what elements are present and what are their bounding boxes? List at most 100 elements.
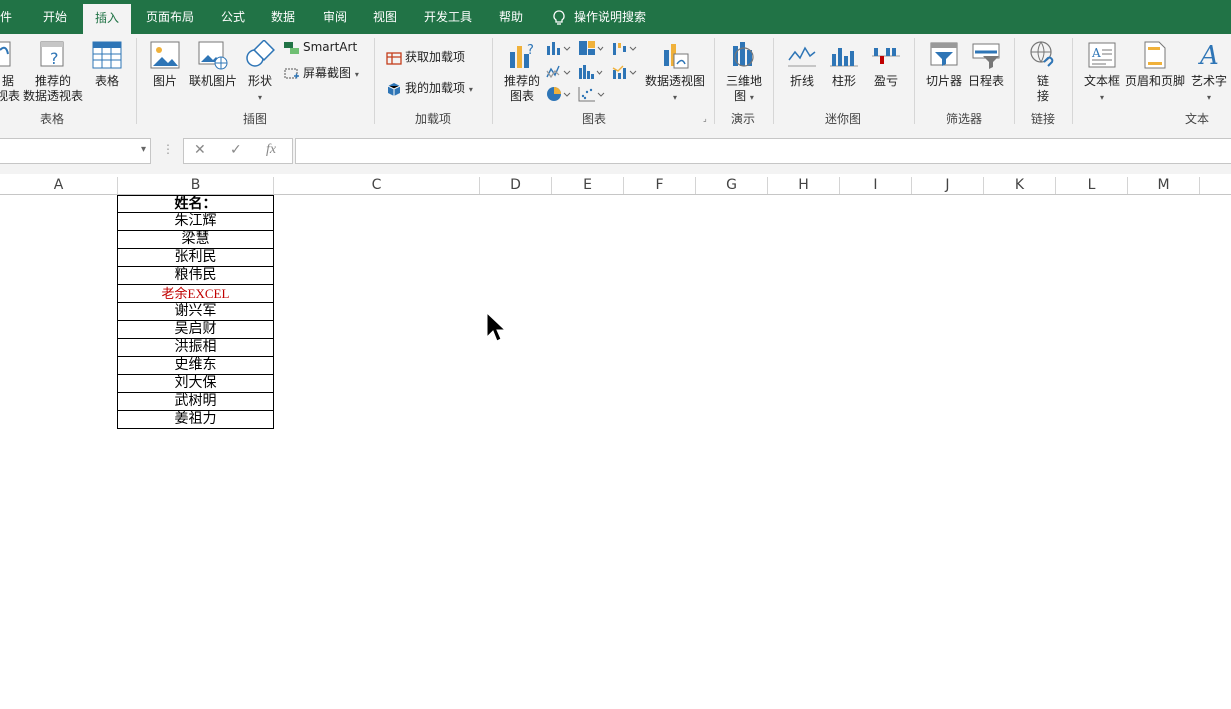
- column-chart-icon: [547, 42, 571, 55]
- column-header-j[interactable]: J: [912, 177, 984, 194]
- column-b-cells: 姓名： 朱江辉 梁慧 张利民 粮伟民 老余EXCEL 谢兴军 吴启财 洪振相 史…: [117, 195, 274, 429]
- tab-view[interactable]: 视图: [373, 0, 397, 34]
- textbox-button[interactable]: A 文本框 ▾: [1082, 40, 1122, 105]
- recommended-pivottable-icon: ?: [40, 41, 64, 68]
- charts-dialog-launcher-icon[interactable]: ⌟: [703, 114, 707, 123]
- chevron-down-icon: ▾: [354, 70, 359, 79]
- column-header-e[interactable]: E: [552, 177, 624, 194]
- statistic-chart-button[interactable]: [578, 64, 604, 83]
- group-separator: [1072, 38, 1073, 124]
- sparkline-line-button[interactable]: 折线: [784, 40, 820, 89]
- column-header-a[interactable]: A: [0, 177, 118, 194]
- column-header-h[interactable]: H: [768, 177, 840, 194]
- column-header-l[interactable]: L: [1056, 177, 1128, 194]
- cell-b11[interactable]: 刘大保: [117, 375, 274, 393]
- addin-icon: [387, 82, 401, 96]
- group-label-illustrations: 插图: [243, 112, 268, 126]
- tab-review[interactable]: 审阅: [323, 0, 347, 34]
- tab-page-layout[interactable]: 页面布局: [146, 0, 194, 34]
- line-chart-button[interactable]: [546, 64, 572, 83]
- column-header-n[interactable]: [1200, 177, 1231, 194]
- column-header-d[interactable]: D: [480, 177, 552, 194]
- tab-developer[interactable]: 开发工具: [424, 0, 472, 34]
- recommended-pivottable-button[interactable]: ? 推荐的 数据透视表: [22, 40, 84, 104]
- cell-b13[interactable]: 姜祖力: [117, 411, 274, 429]
- tab-data[interactable]: 数据: [271, 0, 295, 34]
- pivotchart-button[interactable]: 数据透视图 ▾: [642, 40, 708, 105]
- group-label-sparklines: 迷你图: [825, 112, 862, 126]
- table-button[interactable]: 表格: [90, 40, 124, 89]
- 3d-map-button[interactable]: 三维地 图 ▾: [722, 40, 766, 105]
- worksheet-grid[interactable]: 姓名： 朱江辉 梁慧 张利民 粮伟民 老余EXCEL 谢兴军 吴启财 洪振相 史…: [0, 195, 1231, 709]
- screenshot-icon: [284, 68, 299, 78]
- group-separator: [1014, 38, 1015, 124]
- scatter-chart-button[interactable]: [578, 86, 606, 105]
- cell-b8[interactable]: 吴启财: [117, 321, 274, 339]
- group-separator: [714, 38, 715, 124]
- waterfall-chart-button[interactable]: [612, 40, 638, 59]
- header-footer-button[interactable]: 页眉和页脚: [1124, 40, 1186, 89]
- chevron-down-icon: ▾: [1206, 93, 1211, 102]
- cell-b1[interactable]: 姓名：: [117, 195, 274, 213]
- cell-b7[interactable]: 谢兴军: [117, 303, 274, 321]
- my-addins-button[interactable]: 我的加载项 ▾: [386, 79, 473, 97]
- recommended-charts-button[interactable]: ? 推荐的 图表: [502, 40, 542, 104]
- cell-b10[interactable]: 史维东: [117, 357, 274, 375]
- shapes-icon: [246, 40, 275, 67]
- cell-b6[interactable]: 老余EXCEL: [117, 285, 274, 303]
- column-header-m[interactable]: M: [1128, 177, 1200, 194]
- textbox-icon: A: [1088, 42, 1116, 68]
- tell-me-search[interactable]: 操作说明搜索: [552, 0, 646, 34]
- cell-b3[interactable]: 梁慧: [117, 231, 274, 249]
- column-header-i[interactable]: I: [840, 177, 912, 194]
- online-pictures-button[interactable]: 联机图片: [187, 40, 239, 89]
- hierarchy-chart-button[interactable]: [578, 40, 604, 59]
- slicer-button[interactable]: 切片器: [924, 40, 964, 89]
- recommended-charts-icon: ?: [510, 43, 534, 68]
- sparkline-winloss-button[interactable]: 盈亏: [868, 40, 904, 89]
- smartart-button[interactable]: SmartArt: [284, 40, 357, 55]
- tab-formulas[interactable]: 公式: [221, 0, 245, 34]
- cancel-icon[interactable]: ✕: [194, 142, 206, 158]
- combo-chart-button[interactable]: [612, 64, 638, 83]
- waterfall-chart-icon: [613, 43, 637, 55]
- tab-help[interactable]: 帮助: [499, 0, 523, 34]
- group-label-tours: 演示: [731, 112, 756, 126]
- link-button[interactable]: 链 接: [1026, 40, 1060, 104]
- formula-bar-grip-icon[interactable]: ⋮: [162, 142, 174, 156]
- insert-function-icon[interactable]: fx: [266, 142, 276, 158]
- svg-text:A: A: [1198, 41, 1219, 70]
- header-footer-icon: [1144, 41, 1166, 69]
- column-header-g[interactable]: G: [696, 177, 768, 194]
- tab-insert[interactable]: 插入: [83, 4, 132, 34]
- lightbulb-icon: [553, 9, 565, 25]
- svg-text:A: A: [1091, 46, 1101, 60]
- formula-input[interactable]: [295, 138, 1231, 164]
- column-header-b[interactable]: B: [118, 177, 274, 194]
- pie-chart-button[interactable]: [546, 86, 572, 105]
- screenshot-button[interactable]: 屏幕截图 ▾: [284, 64, 359, 81]
- name-box[interactable]: ▾: [0, 138, 151, 164]
- column-header-f[interactable]: F: [624, 177, 696, 194]
- wordart-button[interactable]: A 艺术字 ▾: [1188, 40, 1230, 105]
- column-chart-button[interactable]: [546, 40, 572, 59]
- column-header-c[interactable]: C: [274, 177, 480, 194]
- get-addins-button[interactable]: 获取加载项: [386, 48, 465, 66]
- pictures-button[interactable]: 图片: [148, 40, 182, 89]
- column-header-k[interactable]: K: [984, 177, 1056, 194]
- pivottable-button[interactable]: 据 视表: [0, 40, 20, 104]
- cell-b12[interactable]: 武树明: [117, 393, 274, 411]
- cell-b4[interactable]: 张利民: [117, 249, 274, 267]
- cell-b2[interactable]: 朱江辉: [117, 213, 274, 231]
- enter-icon[interactable]: ✓: [230, 142, 242, 158]
- chevron-down-icon: ▾: [749, 93, 754, 102]
- shapes-button[interactable]: 形状 ▾: [243, 40, 277, 105]
- cell-b5[interactable]: 粮伟民: [117, 267, 274, 285]
- tab-file[interactable]: 件: [0, 0, 12, 34]
- sparkline-column-button[interactable]: 柱形: [826, 40, 862, 89]
- tab-home[interactable]: 开始: [43, 0, 67, 34]
- pivottable-icon: [0, 41, 11, 67]
- timeline-button[interactable]: 日程表: [966, 40, 1006, 89]
- cell-b9[interactable]: 洪振相: [117, 339, 274, 357]
- chevron-down-icon[interactable]: ▾: [141, 144, 146, 155]
